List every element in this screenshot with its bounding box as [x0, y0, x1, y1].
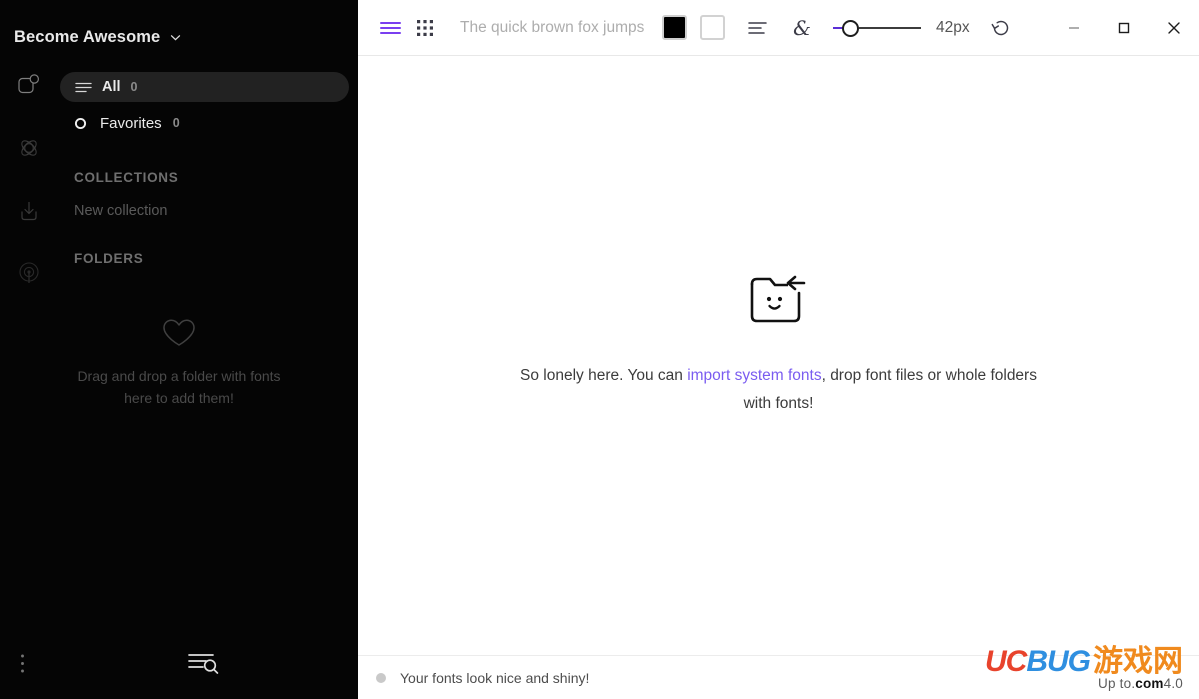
list-search-icon[interactable] — [187, 651, 219, 681]
close-icon[interactable] — [1149, 0, 1199, 56]
empty-state: So lonely here. You can import system fo… — [358, 56, 1199, 699]
lines-icon — [74, 78, 92, 96]
slider-handle[interactable] — [842, 19, 859, 37]
ampersand-icon[interactable]: & — [787, 13, 817, 43]
slider-track — [859, 26, 921, 29]
sidebar-bottom-bar — [0, 651, 358, 681]
sidebar-item-all-label: All — [102, 79, 121, 95]
reset-icon[interactable] — [986, 13, 1016, 43]
minimize-icon[interactable] — [1049, 0, 1099, 56]
folder-smiley-arrow-icon — [748, 272, 810, 331]
status-message: Your fonts look nice and shiny! — [400, 669, 590, 686]
font-size-slider[interactable] — [833, 13, 921, 43]
profile-name: Become Awesome — [14, 27, 161, 46]
window-controls — [1049, 0, 1199, 56]
foreground-color-swatch[interactable] — [662, 15, 687, 40]
empty-state-text: So lonely here. You can import system fo… — [514, 362, 1044, 418]
folders-empty-state: Drag and drop a folder with fonts here t… — [0, 318, 358, 409]
kebab-menu-icon[interactable] — [20, 653, 25, 679]
heart-icon — [162, 318, 196, 353]
broadcast-icon[interactable] — [14, 259, 44, 289]
sidebar: Become Awesome All 0 Favorites 0 COLLECT… — [0, 0, 358, 699]
atom-icon[interactable] — [14, 133, 44, 163]
collections-heading: COLLECTIONS — [74, 170, 179, 185]
main-panel: & 42px — [358, 0, 1199, 699]
import-system-fonts-link[interactable]: import system fonts — [687, 367, 821, 384]
font-size-label: 42px — [936, 18, 970, 36]
background-color-swatch[interactable] — [700, 15, 725, 40]
app-window: Become Awesome All 0 Favorites 0 COLLECT… — [0, 0, 1199, 699]
sidebar-item-favorites-count: 0 — [172, 116, 180, 130]
toolbar: & 42px — [358, 0, 1199, 56]
circle-icon — [71, 114, 89, 132]
list-view-icon[interactable] — [376, 13, 406, 43]
status-bar: Your fonts look nice and shiny! — [358, 655, 1199, 699]
sidebar-nav: All 0 Favorites 0 COLLECTIONS New collec… — [60, 72, 350, 266]
new-collection-item[interactable]: New collection — [74, 203, 350, 219]
sidebar-item-favorites[interactable]: Favorites 0 — [60, 108, 350, 138]
status-dot-icon — [376, 672, 386, 683]
profile-selector[interactable]: Become Awesome — [0, 0, 358, 56]
download-icon[interactable] — [14, 196, 44, 226]
chevron-down-icon — [169, 31, 182, 44]
preview-text-input[interactable] — [460, 18, 660, 37]
text-align-left-icon[interactable] — [743, 13, 773, 43]
empty-text-before: So lonely here. You can — [520, 366, 688, 384]
svg-text:&: & — [793, 16, 811, 40]
grid-view-icon[interactable] — [410, 13, 440, 43]
sidebar-item-all[interactable]: All 0 — [60, 72, 349, 102]
folders-empty-text: Drag and drop a folder with fonts here t… — [77, 368, 281, 406]
fonts-badge-icon[interactable] — [14, 70, 44, 100]
sidebar-item-favorites-label: Favorites — [100, 114, 162, 132]
icon-rail — [0, 62, 58, 289]
sidebar-item-all-count: 0 — [130, 80, 138, 94]
folders-heading: FOLDERS — [74, 251, 144, 266]
maximize-icon[interactable] — [1099, 0, 1149, 56]
